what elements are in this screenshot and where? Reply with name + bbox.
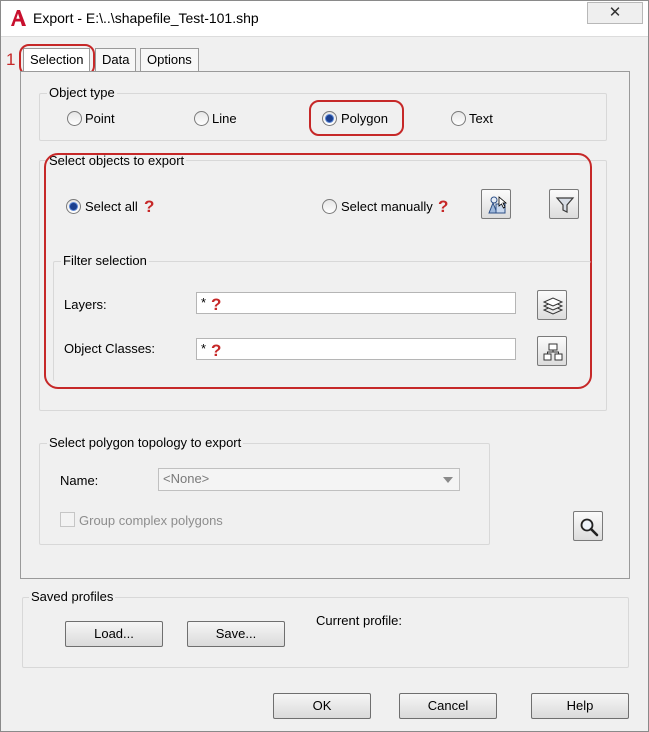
close-button[interactable]: ✕ — [587, 2, 643, 24]
autocad-app-icon — [11, 10, 26, 26]
select-objects-button[interactable] — [481, 189, 511, 219]
cancel-button[interactable]: Cancel — [399, 693, 497, 719]
filter-selection-group — [53, 261, 591, 381]
object-classes-question-mark: ? — [211, 341, 222, 360]
line-radio-label: Line — [212, 111, 237, 126]
funnel-filter-icon — [555, 197, 575, 213]
saved-profiles-group-label: Saved profiles — [29, 589, 116, 604]
layers-input-value: * — [201, 295, 207, 310]
group-complex-polygons-label: Group complex polygons — [79, 513, 223, 528]
topology-name-value: <None> — [163, 471, 210, 486]
polygon-topology-group-label: Select polygon topology to export — [47, 435, 244, 450]
layers-picker-button[interactable] — [537, 290, 567, 320]
text-radio[interactable] — [451, 111, 466, 126]
select-objects-icon — [488, 196, 508, 214]
tab-options-label: Options — [147, 52, 192, 67]
zoom-preview-button[interactable] — [573, 511, 603, 541]
tab-options[interactable]: Options — [140, 48, 199, 72]
export-dialog: Export - E:\..\shapefile_Test-101.shp ✕ … — [0, 0, 649, 732]
layers-label: Layers: — [64, 297, 107, 312]
select-all-label: Select all — [85, 199, 138, 214]
polygon-highlight — [309, 100, 404, 136]
object-classes-icon — [543, 343, 563, 361]
select-all-question-mark: ? — [144, 197, 155, 216]
layers-stack-icon — [542, 297, 564, 315]
layers-question-mark: ? — [211, 295, 222, 314]
topology-name-select[interactable]: <None> — [158, 468, 460, 491]
object-classes-input[interactable]: * — [196, 338, 516, 360]
ok-button[interactable]: OK — [273, 693, 371, 719]
select-manually-question-mark: ? — [438, 197, 449, 216]
object-classes-picker-button[interactable] — [537, 336, 567, 366]
current-profile-label: Current profile: — [316, 613, 402, 628]
object-classes-label: Object Classes: — [64, 341, 156, 356]
save-profile-button[interactable]: Save... — [187, 621, 285, 647]
window-title: Export - E:\..\shapefile_Test-101.shp — [33, 10, 259, 26]
step-number-annotation: 1 — [6, 50, 16, 69]
close-icon: ✕ — [608, 4, 622, 21]
group-complex-polygons-checkbox[interactable] — [60, 512, 75, 527]
help-button[interactable]: Help — [531, 693, 629, 719]
tab-data-label: Data — [102, 52, 130, 67]
polygon-topology-group — [39, 443, 490, 545]
load-profile-button[interactable]: Load... — [65, 621, 163, 647]
tab-data[interactable]: Data — [95, 48, 137, 72]
object-type-group-label: Object type — [47, 85, 117, 100]
chevron-down-icon — [443, 477, 453, 483]
object-classes-input-value: * — [201, 341, 207, 356]
line-radio[interactable] — [194, 111, 209, 126]
point-radio-label: Point — [85, 111, 115, 126]
title-bar[interactable]: Export - E:\..\shapefile_Test-101.shp ✕ — [1, 1, 648, 37]
select-manually-label: Select manually — [341, 199, 433, 214]
point-radio[interactable] — [67, 111, 82, 126]
magnifier-icon — [580, 518, 599, 537]
filter-selection-group-label: Filter selection — [61, 253, 149, 268]
layers-input[interactable]: * — [196, 292, 516, 314]
select-all-radio[interactable] — [66, 199, 81, 214]
topology-name-label: Name: — [60, 473, 99, 488]
text-radio-label: Text — [469, 111, 493, 126]
select-manually-radio[interactable] — [322, 199, 337, 214]
quick-select-filter-button[interactable] — [549, 189, 579, 219]
